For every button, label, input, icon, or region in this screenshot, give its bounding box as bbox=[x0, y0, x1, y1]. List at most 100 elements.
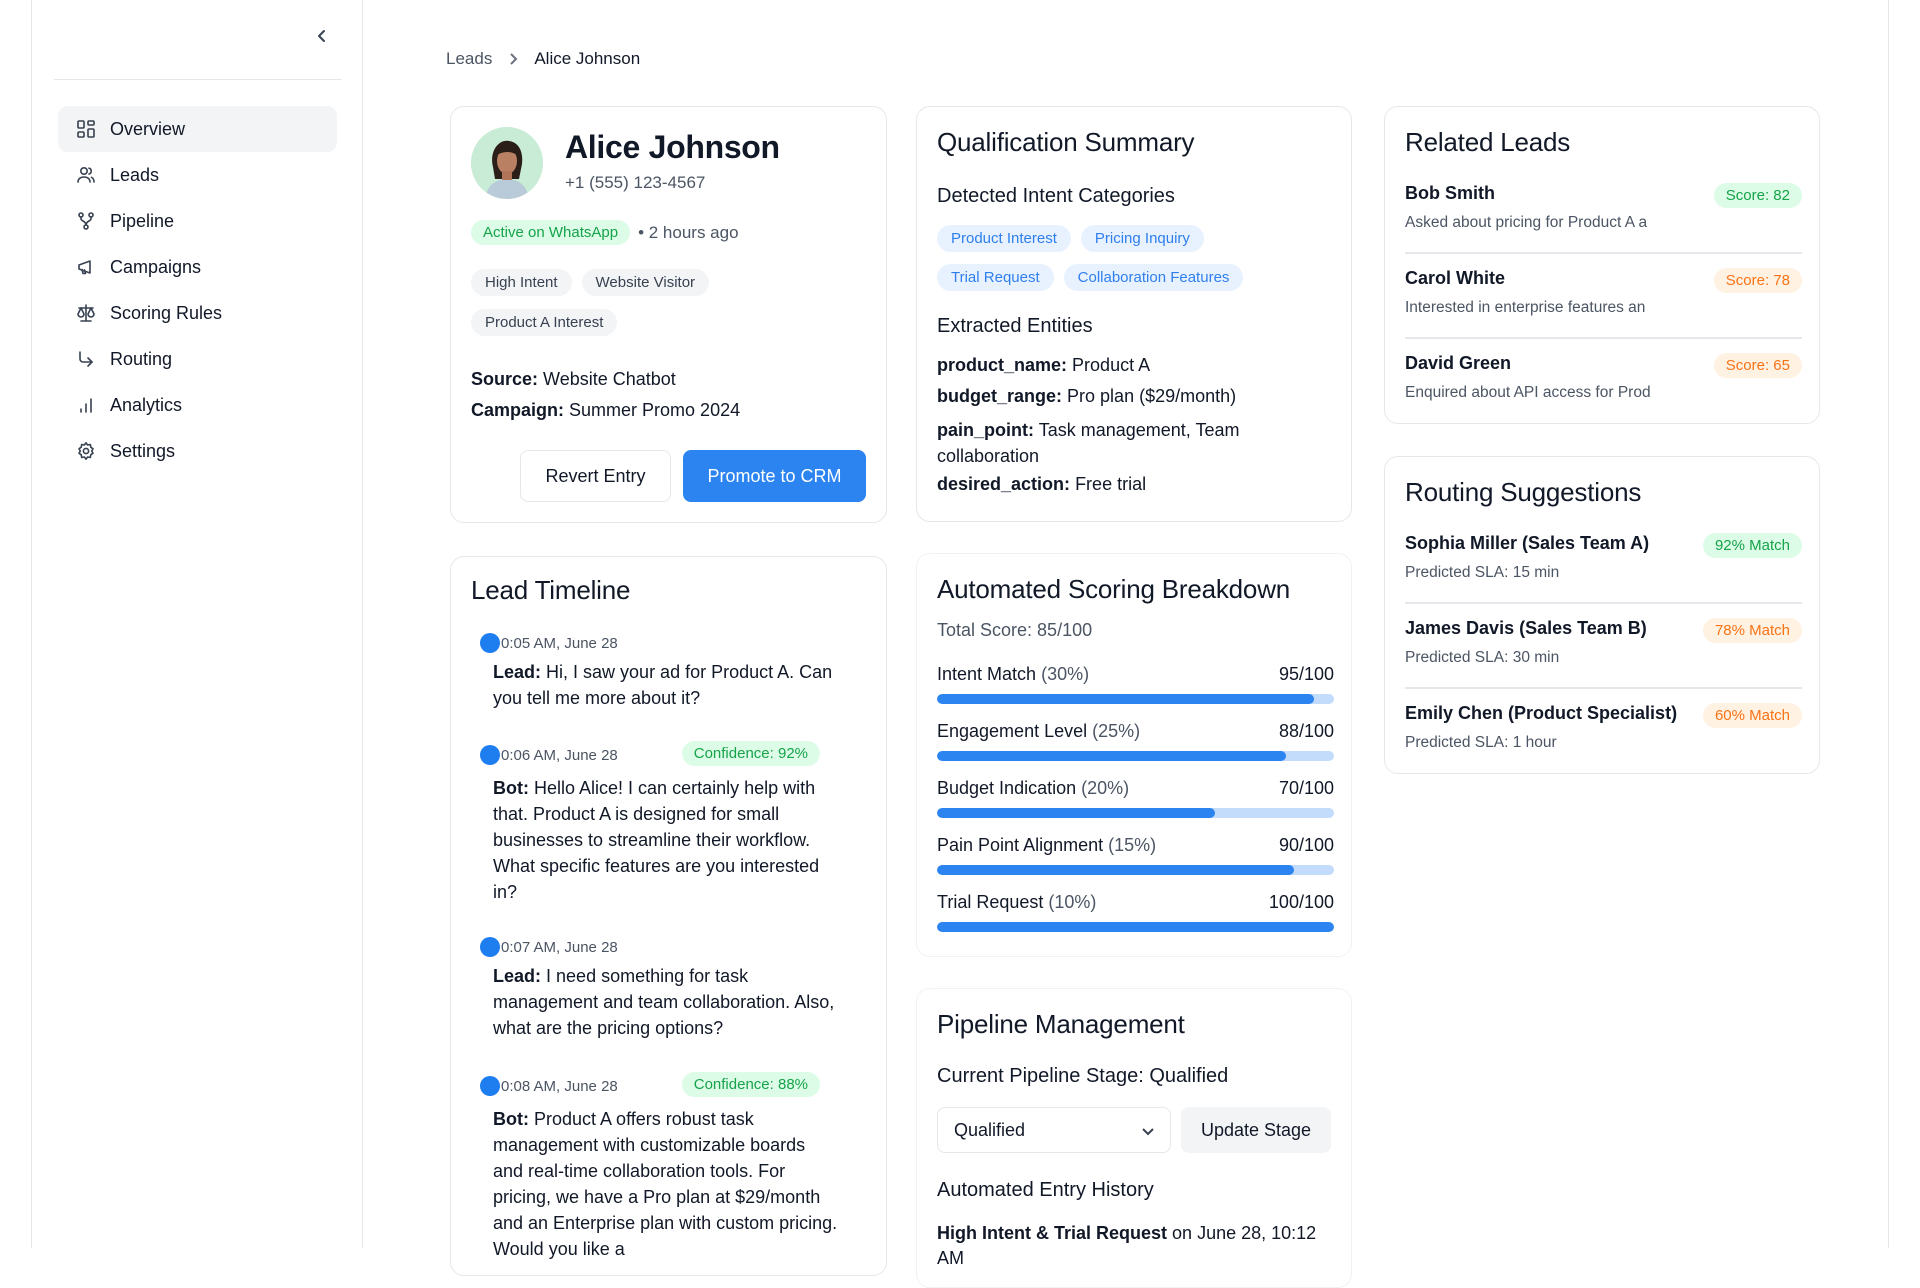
sidebar-item-campaigns[interactable]: Campaigns bbox=[58, 244, 337, 290]
current-stage-value: Qualified bbox=[1149, 1065, 1229, 1087]
divider bbox=[1405, 687, 1802, 689]
entity-key: product_name: bbox=[937, 355, 1068, 375]
intent-chip: Trial Request bbox=[937, 264, 1054, 291]
score-criterion: Intent Match bbox=[937, 664, 1037, 684]
routing-sla: Predicted SLA: 1 hour bbox=[1405, 734, 1557, 751]
sidebar-item-pipeline[interactable]: Pipeline bbox=[58, 198, 337, 244]
routing-suggestion-item[interactable]: Emily Chen (Product Specialist) Predicte… bbox=[1405, 703, 1802, 752]
sidebar-item-leads[interactable]: Leads bbox=[58, 152, 337, 198]
corner-down-right-icon bbox=[74, 347, 98, 371]
revert-entry-button[interactable]: Revert Entry bbox=[520, 450, 671, 502]
score-label: Pain Point Alignment (15%) bbox=[937, 835, 1334, 856]
timeline-message: Bot: Hello Alice! I can certainly help w… bbox=[493, 775, 838, 905]
score-criterion: Trial Request bbox=[937, 892, 1044, 912]
score-row: Pain Point Alignment (15%) 90/100 bbox=[937, 835, 1334, 875]
routing-suggestion-item[interactable]: Sophia Miller (Sales Team A) Predicted S… bbox=[1405, 533, 1802, 582]
related-lead-desc: Interested in enterprise features an bbox=[1405, 299, 1646, 316]
dashboard-icon bbox=[74, 117, 98, 141]
extracted-entities-title: Extracted Entities bbox=[937, 315, 1093, 337]
entry-history-date: on June 28, 10:12 bbox=[1172, 1223, 1317, 1243]
routing-sla: Predicted SLA: 15 min bbox=[1405, 564, 1560, 581]
last-seen: • 2 hours ago bbox=[638, 222, 739, 242]
routing-suggestions-card: Routing Suggestions Sophia Miller (Sales… bbox=[1384, 456, 1820, 774]
timeline-time: 0:08 AM, June 28 bbox=[501, 1077, 618, 1095]
sidebar-item-label: Campaigns bbox=[110, 256, 202, 277]
entry-history-date-cont: AM bbox=[937, 1248, 964, 1268]
score-progress-bar bbox=[937, 922, 1334, 932]
tag-chip: Website Visitor bbox=[581, 269, 710, 296]
related-lead-item[interactable]: David Green Enquired about API access fo… bbox=[1405, 353, 1802, 402]
timeline-message: Lead: I need something for task manageme… bbox=[493, 963, 838, 1041]
routing-sla: Predicted SLA: 30 min bbox=[1405, 649, 1560, 666]
related-lead-item[interactable]: Bob Smith Asked about pricing for Produc… bbox=[1405, 183, 1802, 232]
score-badge: Score: 78 bbox=[1713, 268, 1802, 293]
divider bbox=[1405, 252, 1802, 254]
timeline-speaker: Bot: bbox=[493, 778, 529, 798]
lead-timeline-card: Lead Timeline 0:05 AM, June 28 Lead: Hi,… bbox=[450, 556, 887, 1276]
sidebar-item-routing[interactable]: Routing bbox=[58, 336, 337, 382]
timeline-dot bbox=[480, 633, 500, 653]
tag-chip: Product A Interest bbox=[471, 309, 618, 336]
pipeline-stage-selected: Qualified bbox=[954, 1119, 1026, 1140]
sidebar-item-scoring-rules[interactable]: Scoring Rules bbox=[58, 290, 337, 336]
entity-key: budget_range: bbox=[937, 386, 1063, 406]
score-progress-bar bbox=[937, 808, 1334, 818]
scoring-title: Automated Scoring Breakdown bbox=[937, 574, 1291, 604]
sidebar-item-settings[interactable]: Settings bbox=[58, 428, 337, 474]
intent-chip: Product Interest bbox=[937, 225, 1071, 252]
entry-history-item: High Intent & Trial Request on June 28, … bbox=[937, 1221, 1337, 1271]
entity-row: desired_action: Free trial bbox=[937, 474, 1146, 495]
sidebar-item-label: Scoring Rules bbox=[110, 302, 223, 323]
timeline-time: 0:06 AM, June 28 bbox=[501, 746, 618, 764]
breadcrumb-leads-link[interactable]: Leads bbox=[446, 49, 492, 69]
app-frame: Overview Leads Pipeline Campaigns Scorin… bbox=[31, 0, 1889, 1288]
entity-value: Product A bbox=[1072, 355, 1151, 375]
update-stage-button[interactable]: Update Stage bbox=[1181, 1107, 1331, 1153]
timeline-entry: 0:08 AM, June 28 Confidence: 88% Bot: Pr… bbox=[480, 1072, 838, 1262]
timeline-entry: 0:06 AM, June 28 Confidence: 92% Bot: He… bbox=[480, 741, 838, 905]
sidebar-item-overview[interactable]: Overview bbox=[58, 106, 337, 152]
routing-title: Routing Suggestions bbox=[1405, 477, 1642, 507]
pipeline-stage-select[interactable]: Qualified bbox=[937, 1107, 1171, 1153]
related-lead-item[interactable]: Carol White Interested in enterprise fea… bbox=[1405, 268, 1802, 317]
breadcrumb-current: Alice Johnson bbox=[534, 49, 641, 68]
sidebar-item-analytics[interactable]: Analytics bbox=[58, 382, 337, 428]
source-value: Website Chatbot bbox=[543, 369, 676, 389]
score-weight: (30%) bbox=[1041, 664, 1090, 684]
users-icon bbox=[74, 163, 98, 187]
timeline-dot bbox=[480, 1076, 500, 1096]
collapse-sidebar-button[interactable] bbox=[308, 22, 336, 50]
sidebar-item-label: Pipeline bbox=[110, 210, 175, 231]
timeline-message: Lead: Hi, I saw your ad for Product A. C… bbox=[493, 659, 838, 711]
pipeline-title: Pipeline Management bbox=[937, 1009, 1185, 1039]
related-leads-card: Related Leads Bob Smith Asked about pric… bbox=[1384, 106, 1820, 424]
source-label: Source: bbox=[471, 369, 539, 389]
promote-to-crm-button[interactable]: Promote to CRM bbox=[683, 450, 866, 502]
total-score: Total Score: 85/100 bbox=[937, 620, 1093, 640]
confidence-badge: Confidence: 92% bbox=[681, 741, 820, 766]
timeline-speaker: Bot: bbox=[493, 1109, 529, 1129]
score-weight: (10%) bbox=[1048, 892, 1097, 912]
score-criterion: Engagement Level bbox=[937, 721, 1088, 741]
entity-key: desired_action: bbox=[937, 474, 1071, 494]
entity-value: Free trial bbox=[1075, 474, 1147, 494]
score-progress-fill bbox=[937, 808, 1215, 818]
related-leads-title: Related Leads bbox=[1405, 127, 1571, 157]
current-stage-row: Current Pipeline Stage: Qualified bbox=[937, 1065, 1228, 1088]
sidebar-item-label: Overview bbox=[110, 118, 186, 139]
score-progress-bar bbox=[937, 865, 1334, 875]
score-progress-bar bbox=[937, 694, 1334, 704]
sidebar-item-label: Analytics bbox=[110, 394, 183, 415]
match-badge: 92% Match bbox=[1702, 533, 1802, 558]
score-value: 95/100 bbox=[1278, 664, 1334, 684]
score-label: Intent Match (30%) bbox=[937, 664, 1334, 685]
timeline-speaker: Lead: bbox=[493, 662, 542, 682]
campaign-label: Campaign: bbox=[471, 400, 565, 420]
routing-suggestion-item[interactable]: James Davis (Sales Team B) Predicted SLA… bbox=[1405, 618, 1802, 667]
score-value: 90/100 bbox=[1278, 835, 1334, 855]
sidebar-item-label: Leads bbox=[110, 164, 160, 185]
timeline-time: 0:05 AM, June 28 bbox=[501, 634, 618, 652]
divider bbox=[1405, 337, 1802, 339]
score-row: Trial Request (10%) 100/100 bbox=[937, 892, 1334, 932]
timeline-dot bbox=[480, 745, 500, 765]
